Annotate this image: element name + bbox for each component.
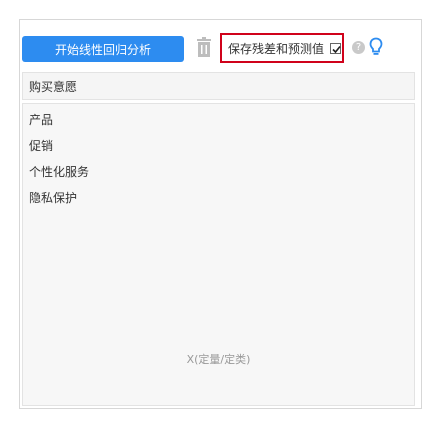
checkmark-icon bbox=[332, 45, 341, 53]
trash-icon[interactable] bbox=[196, 37, 212, 57]
independent-variable-list: 产品 促销 个性化服务 隐私保护 bbox=[29, 112, 89, 216]
lightbulb-icon[interactable] bbox=[369, 37, 383, 57]
list-item[interactable]: 隐私保护 bbox=[29, 190, 89, 216]
list-item[interactable]: 产品 bbox=[29, 112, 89, 138]
run-regression-button[interactable]: 开始线性回归分析 bbox=[22, 36, 184, 62]
save-residuals-label: 保存残差和预测值 bbox=[228, 41, 325, 56]
help-icon[interactable]: ? bbox=[352, 41, 365, 54]
independent-variable-field[interactable]: 产品 促销 个性化服务 隐私保护 X(定量/定类) bbox=[22, 103, 415, 406]
dependent-variable-field[interactable]: 购买意愿 bbox=[22, 72, 415, 100]
x-field-caption: X(定量/定类) bbox=[186, 353, 251, 366]
save-residuals-option[interactable]: 保存残差和预测值 bbox=[220, 33, 344, 63]
list-item[interactable]: 个性化服务 bbox=[29, 164, 89, 190]
save-residuals-checkbox[interactable] bbox=[330, 42, 342, 54]
list-item[interactable]: 促销 bbox=[29, 138, 89, 164]
dependent-variable-item[interactable]: 购买意愿 bbox=[29, 78, 77, 95]
